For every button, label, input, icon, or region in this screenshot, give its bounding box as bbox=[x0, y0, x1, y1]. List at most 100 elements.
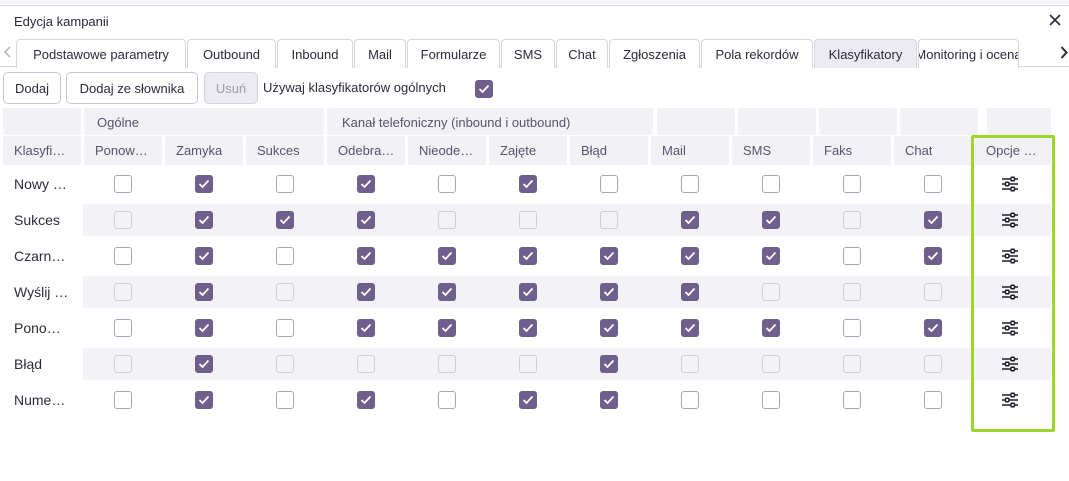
row-6-checkbox-sms[interactable] bbox=[762, 391, 780, 409]
classifier-name[interactable]: Nowy … bbox=[14, 176, 67, 192]
tab-0[interactable]: Podstawowe parametry bbox=[16, 39, 186, 68]
tab-10[interactable]: Monitoring i ocena bbox=[918, 39, 1019, 68]
tab-scroll-right-icon[interactable] bbox=[1057, 37, 1069, 67]
row-0-checkbox-chat[interactable] bbox=[924, 175, 942, 193]
row-2-checkbox-błąd[interactable] bbox=[600, 247, 618, 265]
row-1-checkbox-odebra[interactable] bbox=[357, 211, 375, 229]
use-general-classifiers-checkbox[interactable] bbox=[475, 80, 493, 98]
row-2-checkbox-zamyka[interactable] bbox=[195, 247, 213, 265]
row-0-checkbox-nieode[interactable] bbox=[438, 175, 456, 193]
sliders-icon[interactable] bbox=[1001, 284, 1019, 300]
column-header-2[interactable]: Zamyka bbox=[176, 143, 222, 158]
row-0-checkbox-błąd[interactable] bbox=[600, 175, 618, 193]
row-2-checkbox-sukces[interactable] bbox=[276, 247, 294, 265]
row-3-checkbox-błąd[interactable] bbox=[600, 283, 618, 301]
column-header-9[interactable]: SMS bbox=[743, 143, 771, 158]
row-3-checkbox-zajęte[interactable] bbox=[519, 283, 537, 301]
sliders-icon[interactable] bbox=[1001, 392, 1019, 408]
row-4-checkbox-chat[interactable] bbox=[924, 319, 942, 337]
row-6-checkbox-odebra[interactable] bbox=[357, 391, 375, 409]
row-4-checkbox-faks[interactable] bbox=[843, 319, 861, 337]
row-0-checkbox-faks[interactable] bbox=[843, 175, 861, 193]
row-6-checkbox-sukces[interactable] bbox=[276, 391, 294, 409]
close-icon[interactable] bbox=[1046, 11, 1064, 29]
tab-9[interactable]: Klasyfikatory bbox=[814, 39, 917, 68]
row-2-checkbox-faks[interactable] bbox=[843, 247, 861, 265]
sliders-icon[interactable] bbox=[1001, 320, 1019, 336]
row-0-checkbox-sukces[interactable] bbox=[276, 175, 294, 193]
row-2-checkbox-ponow[interactable] bbox=[114, 247, 132, 265]
tab-6[interactable]: Chat bbox=[556, 39, 608, 68]
row-0-checkbox-sms[interactable] bbox=[762, 175, 780, 193]
row-3-checkbox-zamyka[interactable] bbox=[195, 283, 213, 301]
row-2-checkbox-chat[interactable] bbox=[924, 247, 942, 265]
tab-scroll-left-icon[interactable] bbox=[0, 37, 14, 67]
row-4-checkbox-sukces[interactable] bbox=[276, 319, 294, 337]
classifier-name[interactable]: Błąd bbox=[14, 356, 42, 372]
row-1-checkbox-zamyka[interactable] bbox=[195, 211, 213, 229]
column-header-1[interactable]: Ponow… bbox=[95, 143, 148, 158]
row-2-checkbox-mail[interactable] bbox=[681, 247, 699, 265]
add-from-dictionary-button[interactable]: Dodaj ze słownika bbox=[66, 72, 198, 104]
classifier-name[interactable]: Czarn… bbox=[14, 248, 65, 264]
column-header-5[interactable]: Nieode… bbox=[419, 143, 473, 158]
classifier-name[interactable]: Wyślij … bbox=[14, 284, 68, 300]
row-0-checkbox-zajęte[interactable] bbox=[519, 175, 537, 193]
row-3-checkbox-odebra[interactable] bbox=[357, 283, 375, 301]
row-4-checkbox-mail[interactable] bbox=[681, 319, 699, 337]
row-2-checkbox-odebra[interactable] bbox=[357, 247, 375, 265]
tab-5[interactable]: SMS bbox=[501, 39, 555, 68]
column-header-7[interactable]: Błąd bbox=[581, 143, 607, 158]
row-2-checkbox-zajęte[interactable] bbox=[519, 247, 537, 265]
row-1-checkbox-mail[interactable] bbox=[681, 211, 699, 229]
row-6-checkbox-błąd[interactable] bbox=[600, 391, 618, 409]
row-0-checkbox-mail[interactable] bbox=[681, 175, 699, 193]
row-6-checkbox-nieode[interactable] bbox=[438, 391, 456, 409]
row-0-checkbox-odebra[interactable] bbox=[357, 175, 375, 193]
tab-2[interactable]: Inbound bbox=[277, 39, 353, 68]
remove-button[interactable]: Usuń bbox=[204, 72, 258, 104]
row-1-checkbox-sukces[interactable] bbox=[276, 211, 294, 229]
sliders-icon[interactable] bbox=[1001, 356, 1019, 372]
row-6-checkbox-zajęte[interactable] bbox=[519, 391, 537, 409]
row-2-checkbox-nieode[interactable] bbox=[438, 247, 456, 265]
row-5-checkbox-błąd[interactable] bbox=[600, 355, 618, 373]
row-4-checkbox-zamyka[interactable] bbox=[195, 319, 213, 337]
column-header-0[interactable]: Klasyfi… bbox=[14, 143, 65, 158]
tab-1[interactable]: Outbound bbox=[187, 39, 276, 68]
classifier-name[interactable]: Sukces bbox=[14, 212, 60, 228]
sliders-icon[interactable] bbox=[1001, 212, 1019, 228]
row-6-checkbox-faks[interactable] bbox=[843, 391, 861, 409]
add-button[interactable]: Dodaj bbox=[3, 72, 61, 104]
column-header-4[interactable]: Odebra… bbox=[338, 143, 394, 158]
row-6-checkbox-zamyka[interactable] bbox=[195, 391, 213, 409]
row-0-checkbox-zamyka[interactable] bbox=[195, 175, 213, 193]
row-1-checkbox-sms[interactable] bbox=[762, 211, 780, 229]
column-header-8[interactable]: Mail bbox=[662, 143, 686, 158]
row-4-checkbox-ponow[interactable] bbox=[114, 319, 132, 337]
classifier-name[interactable]: Pono… bbox=[14, 320, 61, 336]
row-2-checkbox-sms[interactable] bbox=[762, 247, 780, 265]
column-header-12[interactable]: Opcje … bbox=[986, 143, 1037, 158]
column-header-10[interactable]: Faks bbox=[824, 143, 852, 158]
row-4-checkbox-nieode[interactable] bbox=[438, 319, 456, 337]
row-6-checkbox-chat[interactable] bbox=[924, 391, 942, 409]
row-4-checkbox-odebra[interactable] bbox=[357, 319, 375, 337]
tab-3[interactable]: Mail bbox=[354, 39, 406, 68]
row-0-checkbox-ponow[interactable] bbox=[114, 175, 132, 193]
row-6-checkbox-ponow[interactable] bbox=[114, 391, 132, 409]
column-header-3[interactable]: Sukces bbox=[257, 143, 300, 158]
sliders-icon[interactable] bbox=[1001, 248, 1019, 264]
row-6-checkbox-mail[interactable] bbox=[681, 391, 699, 409]
row-4-checkbox-sms[interactable] bbox=[762, 319, 780, 337]
column-header-11[interactable]: Chat bbox=[905, 143, 932, 158]
row-3-checkbox-mail[interactable] bbox=[681, 283, 699, 301]
column-header-6[interactable]: Zajęte bbox=[500, 143, 536, 158]
tab-7[interactable]: Zgłoszenia bbox=[609, 39, 700, 68]
row-1-checkbox-chat[interactable] bbox=[924, 211, 942, 229]
tab-8[interactable]: Pola rekordów bbox=[701, 39, 813, 68]
row-3-checkbox-nieode[interactable] bbox=[438, 283, 456, 301]
row-4-checkbox-zajęte[interactable] bbox=[519, 319, 537, 337]
sliders-icon[interactable] bbox=[1001, 176, 1019, 192]
tab-4[interactable]: Formularze bbox=[407, 39, 500, 68]
